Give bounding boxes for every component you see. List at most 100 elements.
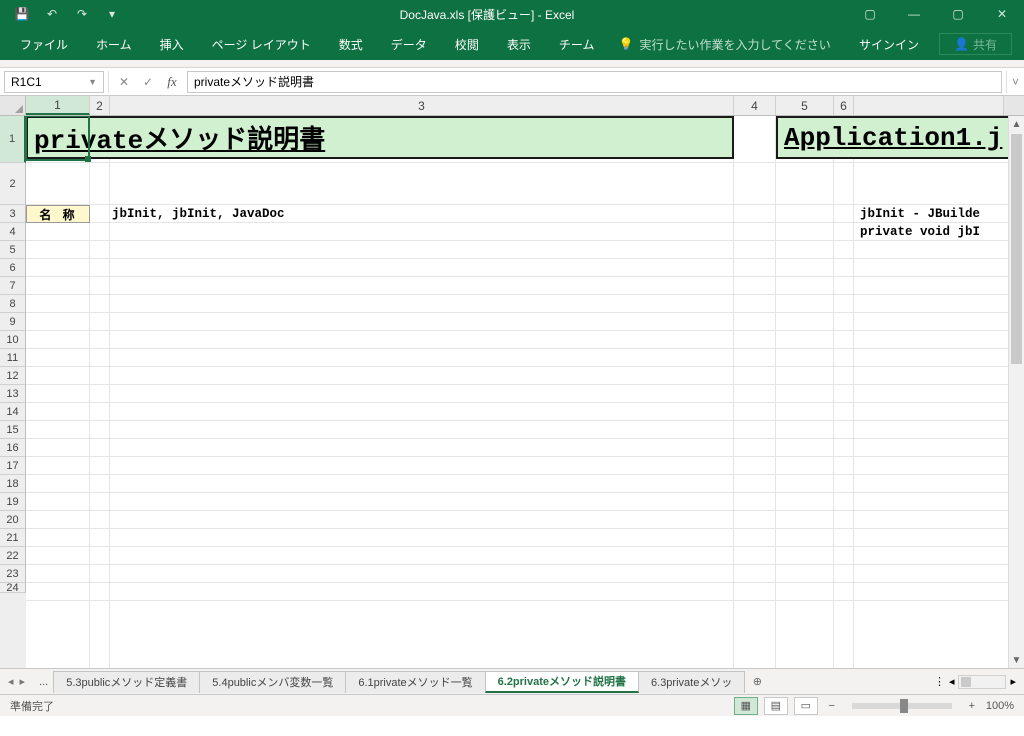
tell-me-box[interactable]: 💡 実行したい作業を入力してください bbox=[608, 36, 840, 53]
view-page-break-button[interactable]: ▭ bbox=[794, 697, 818, 715]
row-header-13[interactable]: 13 bbox=[0, 385, 26, 403]
row-header-2[interactable]: 2 bbox=[0, 163, 26, 205]
close-button[interactable]: ✕ bbox=[980, 0, 1024, 28]
cells-area[interactable]: privateメソッド説明書 Application1.j 名 称 jbInit… bbox=[26, 116, 1024, 668]
col-header-2[interactable]: 2 bbox=[90, 96, 110, 115]
name-label-cell[interactable]: 名 称 bbox=[26, 205, 90, 223]
enter-formula-icon[interactable]: ✓ bbox=[137, 71, 159, 93]
row-header-10[interactable]: 10 bbox=[0, 331, 26, 349]
tab-data[interactable]: データ bbox=[377, 28, 441, 60]
undo-icon[interactable]: ↶ bbox=[38, 2, 66, 26]
sheet-tabs-ellipsis[interactable]: ... bbox=[33, 676, 54, 688]
zoom-slider[interactable] bbox=[852, 703, 952, 709]
tab-formulas[interactable]: 数式 bbox=[325, 28, 377, 60]
row-header-1[interactable]: 1 bbox=[0, 116, 26, 163]
tab-view[interactable]: 表示 bbox=[493, 28, 545, 60]
row-header-7[interactable]: 7 bbox=[0, 277, 26, 295]
cancel-formula-icon[interactable]: ✕ bbox=[113, 71, 135, 93]
row-header-5[interactable]: 5 bbox=[0, 241, 26, 259]
tab-page-layout[interactable]: ページ レイアウト bbox=[198, 28, 325, 60]
scroll-down-icon[interactable]: ▼ bbox=[1009, 652, 1024, 668]
hscroll-right-icon[interactable]: ▸ bbox=[1010, 675, 1016, 688]
vscroll-thumb[interactable] bbox=[1011, 134, 1022, 364]
quick-access-toolbar: 💾 ↶ ↷ ▾ bbox=[0, 2, 126, 26]
row-header-17[interactable]: 17 bbox=[0, 457, 26, 475]
share-label: 共有 bbox=[973, 36, 997, 53]
ribbon-options-icon[interactable]: ▢ bbox=[848, 0, 892, 28]
tab-home[interactable]: ホーム bbox=[82, 28, 146, 60]
row-header-8[interactable]: 8 bbox=[0, 295, 26, 313]
maximize-button[interactable]: ▢ bbox=[936, 0, 980, 28]
window-title: DocJava.xls [保護ビュー] - Excel bbox=[126, 6, 848, 23]
col-header-4[interactable]: 4 bbox=[734, 96, 776, 115]
select-all-corner[interactable] bbox=[0, 96, 26, 115]
sheet-tab-0[interactable]: 5.3publicメソッド定義書 bbox=[53, 671, 200, 693]
sheet-nav-next-icon[interactable]: ▸ bbox=[20, 675, 26, 688]
view-normal-button[interactable]: ▦ bbox=[734, 697, 758, 715]
row-header-3[interactable]: 3 bbox=[0, 205, 26, 223]
sheet-tab-2[interactable]: 6.1privateメソッド一覧 bbox=[345, 671, 485, 693]
save-icon[interactable]: 💾 bbox=[8, 2, 36, 26]
formula-input[interactable]: privateメソッド説明書 bbox=[187, 71, 1002, 93]
zoom-out-button[interactable]: − bbox=[824, 700, 840, 712]
row-header-24[interactable]: 24 bbox=[0, 583, 26, 593]
row-header-23[interactable]: 23 bbox=[0, 565, 26, 583]
row-header-19[interactable]: 19 bbox=[0, 493, 26, 511]
row-header-6[interactable]: 6 bbox=[0, 259, 26, 277]
redo-icon[interactable]: ↷ bbox=[68, 2, 96, 26]
col-header-1[interactable]: 1 bbox=[26, 96, 90, 115]
zoom-slider-knob[interactable] bbox=[900, 699, 908, 713]
row-header-18[interactable]: 18 bbox=[0, 475, 26, 493]
hscroll-thumb[interactable] bbox=[961, 677, 971, 687]
tab-insert[interactable]: 挿入 bbox=[146, 28, 198, 60]
row-header-22[interactable]: 22 bbox=[0, 547, 26, 565]
zoom-percent[interactable]: 100% bbox=[986, 700, 1014, 712]
row-header-20[interactable]: 20 bbox=[0, 511, 26, 529]
row-headers: 1 2 3 4 5 6 7 8 9 10 11 12 13 14 15 16 1… bbox=[0, 116, 26, 668]
tab-review[interactable]: 校閲 bbox=[441, 28, 493, 60]
sheet-tabs-more-icon[interactable]: ⋮ bbox=[934, 675, 945, 688]
title-cell-right[interactable]: Application1.j bbox=[776, 116, 1024, 159]
sign-in-link[interactable]: サインイン bbox=[845, 36, 933, 53]
title-cell-left[interactable]: privateメソッド説明書 bbox=[26, 116, 734, 159]
insert-function-icon[interactable]: fx bbox=[161, 71, 183, 93]
tab-file[interactable]: ファイル bbox=[6, 28, 82, 60]
row-header-4[interactable]: 4 bbox=[0, 223, 26, 241]
sheet-tab-3[interactable]: 6.2privateメソッド説明書 bbox=[485, 671, 639, 693]
col-header-3[interactable]: 3 bbox=[110, 96, 734, 115]
new-sheet-button[interactable]: ⊕ bbox=[745, 675, 769, 688]
chevron-down-icon[interactable]: ▼ bbox=[88, 77, 97, 87]
sheet-tab-4[interactable]: 6.3privateメソッ bbox=[638, 671, 745, 693]
row-header-12[interactable]: 12 bbox=[0, 367, 26, 385]
col-header-5[interactable]: 5 bbox=[776, 96, 834, 115]
sheet-tab-1[interactable]: 5.4publicメンバ変数一覧 bbox=[199, 671, 346, 693]
expand-formula-bar-icon[interactable]: ˅ bbox=[1006, 71, 1024, 93]
row-header-15[interactable]: 15 bbox=[0, 421, 26, 439]
row-header-16[interactable]: 16 bbox=[0, 439, 26, 457]
minimize-button[interactable]: — bbox=[892, 0, 936, 28]
cell-r3c3[interactable]: jbInit, jbInit, JavaDoc bbox=[112, 207, 285, 221]
qat-customize-icon[interactable]: ▾ bbox=[98, 2, 126, 26]
col-header-6[interactable]: 6 bbox=[834, 96, 854, 115]
sheet-nav-first-icon[interactable]: ◂ bbox=[8, 675, 14, 688]
horizontal-scrollbar[interactable] bbox=[958, 675, 1006, 689]
tab-team[interactable]: チーム bbox=[545, 28, 609, 60]
scroll-up-icon[interactable]: ▲ bbox=[1009, 116, 1024, 132]
tell-me-placeholder: 実行したい作業を入力してください bbox=[639, 36, 830, 53]
share-button[interactable]: 👤 共有 bbox=[939, 33, 1012, 55]
cell-r3-right[interactable]: jbInit - JBuilde bbox=[860, 207, 980, 221]
name-box[interactable]: R1C1 ▼ bbox=[4, 71, 104, 93]
cell-r4-right[interactable]: private void jbI bbox=[860, 225, 980, 239]
zoom-in-button[interactable]: + bbox=[964, 700, 980, 712]
row-header-14[interactable]: 14 bbox=[0, 403, 26, 421]
row-header-21[interactable]: 21 bbox=[0, 529, 26, 547]
col-header-rest[interactable] bbox=[854, 96, 1004, 115]
person-icon: 👤 bbox=[954, 37, 969, 51]
hscroll-left-icon[interactable]: ◂ bbox=[949, 675, 955, 688]
view-page-layout-button[interactable]: ▤ bbox=[764, 697, 788, 715]
window-controls: ▢ — ▢ ✕ bbox=[848, 0, 1024, 28]
row-header-9[interactable]: 9 bbox=[0, 313, 26, 331]
vertical-scrollbar[interactable]: ▲ ▼ bbox=[1008, 116, 1024, 668]
row-header-11[interactable]: 11 bbox=[0, 349, 26, 367]
spreadsheet-grid: 1 2 3 4 5 6 1 2 3 4 5 6 7 8 9 10 11 12 1… bbox=[0, 96, 1024, 668]
